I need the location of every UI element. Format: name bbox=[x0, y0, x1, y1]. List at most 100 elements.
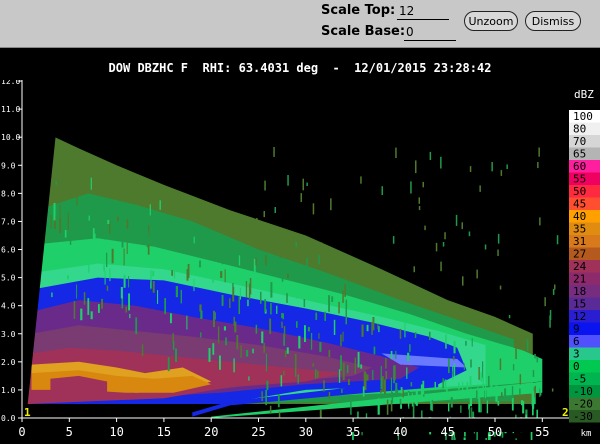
echo-streak bbox=[265, 353, 267, 372]
rhi-plot[interactable]: 0.0 1.0 2.0 3.0 4.0 5.0 6.0 7.0 8.0 9.0 10.0 11.0 12… bbox=[0, 77, 600, 444]
echo-streak bbox=[448, 358, 450, 374]
echo-streak bbox=[80, 308, 83, 321]
echo-streak bbox=[88, 256, 90, 273]
colorbar-label: 0 bbox=[573, 360, 580, 373]
y-tick-label: 4.0 bbox=[1, 302, 16, 311]
echo-streak bbox=[395, 382, 398, 395]
echo-streak bbox=[193, 236, 195, 244]
echo-streak bbox=[264, 299, 267, 312]
echo-speckle bbox=[435, 242, 438, 252]
echo-streak bbox=[246, 350, 249, 357]
echo-speckle bbox=[409, 344, 411, 352]
echo-streak bbox=[270, 303, 272, 315]
echo-streak bbox=[147, 244, 150, 255]
y-tick-label: 12.0 bbox=[1, 80, 20, 86]
echo-streak bbox=[366, 324, 369, 332]
echo-streak bbox=[265, 389, 267, 406]
echo-streak bbox=[445, 334, 447, 349]
echo-speckle bbox=[478, 367, 480, 380]
echo-streak bbox=[296, 321, 298, 328]
echo-speckle bbox=[306, 182, 308, 186]
echo-streak bbox=[466, 381, 469, 391]
colorbar-label: 9 bbox=[573, 323, 580, 336]
echo-streak bbox=[485, 384, 486, 399]
echo-streak bbox=[512, 364, 515, 371]
echo-speckle bbox=[469, 166, 472, 172]
echo-streak bbox=[380, 365, 382, 381]
echo-streak bbox=[519, 388, 521, 396]
echo-speckle bbox=[342, 290, 344, 303]
echo-streak bbox=[103, 264, 105, 272]
dismiss-button[interactable]: Dismiss bbox=[525, 11, 581, 31]
echo-streak bbox=[186, 269, 189, 281]
colorbar: dBZ1008070656055504540353127242118151296… bbox=[569, 88, 600, 423]
x-unit-label: km bbox=[581, 429, 592, 439]
echo-speckle bbox=[534, 353, 536, 359]
echo-speckle bbox=[491, 162, 493, 172]
echo-speckle bbox=[338, 301, 340, 314]
echo-speckle bbox=[526, 339, 529, 352]
echo-streak bbox=[462, 381, 464, 392]
scale-top-input[interactable] bbox=[397, 3, 449, 20]
echo-streak bbox=[73, 301, 76, 319]
echo-streak bbox=[208, 348, 211, 362]
echo-speckle bbox=[283, 326, 286, 338]
echo-streak bbox=[539, 388, 541, 397]
echo-streak bbox=[150, 270, 152, 289]
colorbar-unit: dBZ bbox=[574, 88, 594, 101]
echo-streak bbox=[328, 350, 331, 358]
echo-speckle bbox=[273, 147, 275, 157]
echo-streak bbox=[152, 281, 155, 293]
echo-speckle bbox=[551, 388, 554, 392]
scale-base-input[interactable] bbox=[404, 24, 456, 41]
echo-streak bbox=[315, 312, 318, 320]
echo-speckle bbox=[556, 235, 559, 245]
echo-streak bbox=[107, 219, 110, 224]
colorbar-label: -5 bbox=[573, 373, 586, 386]
echo-streak bbox=[280, 375, 283, 387]
echo-streak bbox=[345, 308, 347, 325]
echo-speckle bbox=[346, 365, 349, 374]
echo-streak bbox=[125, 306, 128, 313]
echo-speckle bbox=[274, 207, 276, 213]
echo-streak bbox=[69, 240, 72, 245]
echo-streak bbox=[480, 372, 483, 382]
echo-speckle bbox=[422, 181, 424, 188]
echo-speckle bbox=[391, 391, 394, 403]
echo-streak bbox=[318, 333, 320, 339]
echo-speckle bbox=[455, 214, 458, 226]
echo-streak bbox=[104, 271, 106, 285]
echo-streak bbox=[471, 407, 473, 418]
x-tick-label: 0 bbox=[18, 425, 25, 439]
echo-streak bbox=[372, 370, 374, 380]
echo-streak bbox=[123, 248, 125, 266]
echo-speckle bbox=[260, 291, 262, 304]
echo-streak bbox=[111, 248, 114, 264]
unzoom-button[interactable]: Unzoom bbox=[464, 11, 518, 31]
echo-streak bbox=[245, 281, 248, 298]
echo-speckle bbox=[320, 242, 323, 251]
y-tick-label: 6.0 bbox=[1, 246, 16, 255]
echo-streak bbox=[404, 320, 406, 338]
echo-streak bbox=[407, 352, 410, 362]
echo-streak bbox=[180, 289, 182, 304]
echo-streak bbox=[408, 396, 410, 409]
echo-speckle bbox=[281, 278, 284, 282]
echo-streak bbox=[213, 310, 215, 328]
echo-speckle bbox=[440, 261, 442, 272]
echo-streak bbox=[109, 268, 111, 282]
scale-base-label: Scale Base: bbox=[321, 24, 406, 39]
echo-streak bbox=[51, 292, 53, 298]
echo-speckle bbox=[534, 385, 536, 397]
echo-streak bbox=[350, 401, 352, 415]
colorbar-label: 80 bbox=[573, 123, 586, 136]
echo-streak bbox=[286, 347, 289, 354]
echo-streak bbox=[239, 288, 241, 300]
echo-streak bbox=[106, 252, 108, 268]
colorbar-label: 40 bbox=[573, 210, 586, 223]
echo-streak bbox=[482, 377, 484, 394]
echo-speckle bbox=[312, 203, 315, 215]
x-tick-label: 40 bbox=[393, 425, 407, 439]
echo-streak bbox=[134, 210, 136, 224]
echo-speckle bbox=[497, 249, 499, 256]
